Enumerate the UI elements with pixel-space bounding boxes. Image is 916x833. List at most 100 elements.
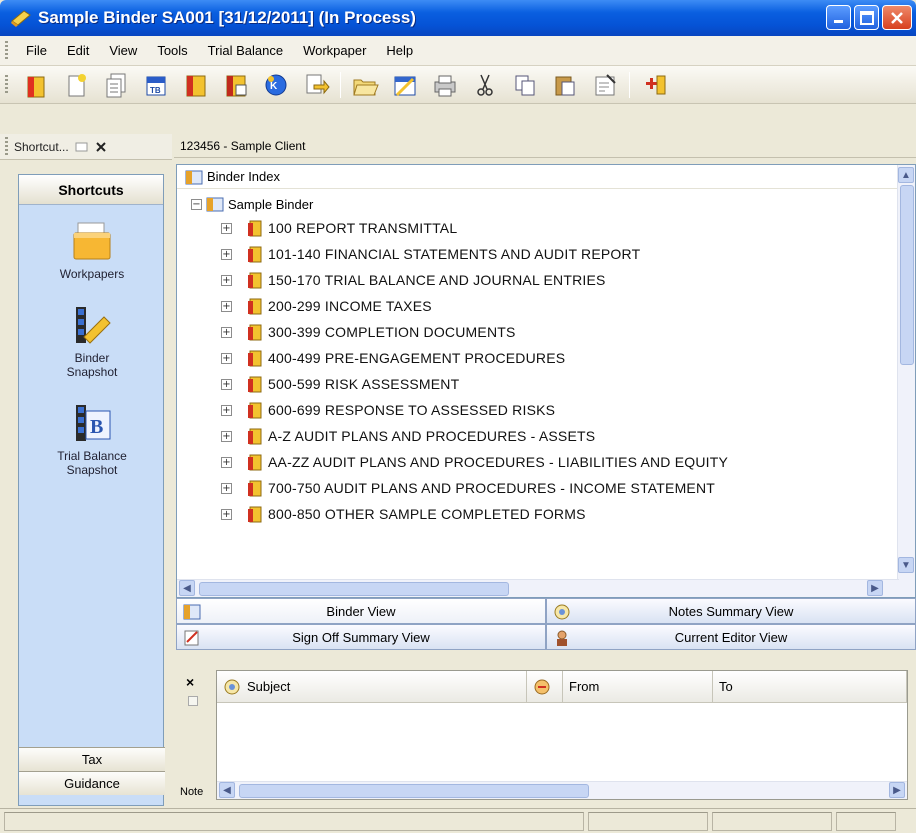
close-notes-button[interactable]: × xyxy=(186,674,194,690)
status-cell xyxy=(712,812,832,831)
add-button[interactable] xyxy=(634,69,674,101)
expand-toggle[interactable]: + xyxy=(221,404,232,416)
tab-binder-view[interactable]: Binder View xyxy=(176,598,546,624)
column-from[interactable]: From xyxy=(563,671,713,703)
tree-item[interactable]: +100 REPORT TRANSMITTAL xyxy=(221,215,457,241)
binder-index-header[interactable]: Binder Index xyxy=(177,165,915,189)
new-workpaper-button[interactable] xyxy=(16,69,56,101)
tree-item-label: AA-ZZ AUDIT PLANS AND PROCEDURES - LIABI… xyxy=(268,454,729,470)
tree-item[interactable]: +300-399 COMPLETION DOCUMENTS xyxy=(221,319,516,345)
expand-toggle[interactable]: + xyxy=(221,482,232,494)
menu-edit[interactable]: Edit xyxy=(57,43,99,58)
copy-button[interactable] xyxy=(505,69,545,101)
shortcut-panel-title: Shortcut... xyxy=(14,139,69,154)
column-to[interactable]: To xyxy=(713,671,907,703)
close-panel-icon[interactable] xyxy=(95,141,107,153)
maximize-button[interactable] xyxy=(854,5,879,30)
horizontal-scroll-thumb[interactable] xyxy=(239,784,589,798)
folder-icon xyxy=(73,222,111,260)
tree-item[interactable]: +700-750 AUDIT PLANS AND PROCEDURES - IN… xyxy=(221,475,715,501)
pin-icon[interactable] xyxy=(75,141,89,153)
expand-toggle[interactable]: + xyxy=(221,300,232,312)
expand-toggle[interactable]: + xyxy=(221,456,232,468)
notes-grid: Subject From To ◀ ▶ xyxy=(216,670,908,800)
tree-item[interactable]: +200-299 INCOME TAXES xyxy=(221,293,432,319)
horizontal-scrollbar[interactable]: ◀ ▶ xyxy=(177,579,899,597)
scroll-left-button[interactable]: ◀ xyxy=(219,782,235,798)
column-subject[interactable]: Subject xyxy=(217,671,527,703)
notes-horizontal-scrollbar[interactable]: ◀ ▶ xyxy=(217,781,907,799)
column-from-icon[interactable] xyxy=(527,671,563,703)
scroll-up-button[interactable]: ▲ xyxy=(898,167,914,183)
minimize-icon xyxy=(833,19,843,23)
guidance-button[interactable]: Guidance xyxy=(19,771,165,795)
shortcut-workpapers[interactable]: Workpapers xyxy=(19,219,165,281)
tree-item[interactable]: +500-599 RISK ASSESSMENT xyxy=(221,371,459,397)
notes-view-icon xyxy=(554,604,570,620)
kc-button[interactable]: K xyxy=(256,69,296,101)
paste-button[interactable] xyxy=(545,69,585,101)
tab-label: Sign Off Summary View xyxy=(292,629,430,645)
tab-sign-off-summary-view[interactable]: Sign Off Summary View xyxy=(176,624,546,650)
tree-item[interactable]: +600-699 RESPONSE TO ASSESSED RISKS xyxy=(221,397,555,423)
menu-view[interactable]: View xyxy=(99,43,147,58)
expand-toggle[interactable]: + xyxy=(221,352,232,364)
tree-root-node[interactable]: − Sample Binder xyxy=(191,193,313,215)
expand-toggle[interactable]: + xyxy=(221,248,232,260)
binder-button[interactable] xyxy=(176,69,216,101)
export-button[interactable] xyxy=(296,69,336,101)
new-document-button[interactable] xyxy=(56,69,96,101)
menu-workpaper[interactable]: Workpaper xyxy=(293,43,376,58)
tax-button[interactable]: Tax xyxy=(19,747,165,771)
menu-tools[interactable]: Tools xyxy=(147,43,197,58)
tree-item[interactable]: +150-170 TRIAL BALANCE AND JOURNAL ENTRI… xyxy=(221,267,606,293)
tree-item[interactable]: +101-140 FINANCIAL STATEMENTS AND AUDIT … xyxy=(221,241,640,267)
copy-document-button[interactable] xyxy=(96,69,136,101)
tree-item-label: 200-299 INCOME TAXES xyxy=(268,298,432,314)
tree-item[interactable]: +800-850 OTHER SAMPLE COMPLETED FORMS xyxy=(221,501,586,527)
tree-item-label: 700-750 AUDIT PLANS AND PROCEDURES - INC… xyxy=(268,480,716,496)
scroll-right-button[interactable]: ▶ xyxy=(889,782,905,798)
maximize-icon xyxy=(859,10,874,25)
tab-notes-summary-view[interactable]: Notes Summary View xyxy=(546,598,916,624)
menu-file[interactable]: File xyxy=(16,43,57,58)
expand-toggle[interactable]: + xyxy=(221,222,232,234)
tab-current-editor-view[interactable]: Current Editor View xyxy=(546,624,916,650)
subject-icon xyxy=(224,679,240,694)
vertical-scrollbar[interactable]: ▲ ▼ xyxy=(897,165,915,597)
binder-open-button[interactable] xyxy=(385,69,425,101)
open-folder-button[interactable] xyxy=(345,69,385,101)
scroll-right-button[interactable]: ▶ xyxy=(867,580,883,596)
horizontal-scroll-thumb[interactable] xyxy=(199,582,509,596)
note-checkbox[interactable] xyxy=(188,696,198,706)
scroll-down-button[interactable]: ▼ xyxy=(898,557,914,573)
expand-toggle[interactable]: + xyxy=(221,274,232,286)
toolbar-grip xyxy=(5,74,8,95)
menu-trial-balance[interactable]: Trial Balance xyxy=(198,43,293,58)
binder-copy-button[interactable] xyxy=(216,69,256,101)
copy-document-icon xyxy=(106,73,126,97)
binder-icon xyxy=(206,197,224,212)
cut-button[interactable] xyxy=(465,69,505,101)
cut-icon xyxy=(477,74,493,96)
expand-toggle[interactable]: + xyxy=(221,326,232,338)
vertical-scroll-thumb[interactable] xyxy=(900,185,914,365)
minimize-button[interactable] xyxy=(826,5,851,30)
close-button[interactable] xyxy=(882,5,912,30)
collapse-toggle[interactable]: − xyxy=(191,198,202,210)
tree-item[interactable]: +400-499 PRE-ENGAGEMENT PROCEDURES xyxy=(221,345,565,371)
menu-help[interactable]: Help xyxy=(376,43,423,58)
properties-button[interactable] xyxy=(585,69,625,101)
view-tabs-row-1: Binder View Notes Summary View xyxy=(176,598,916,624)
toolbar: TB K xyxy=(0,66,916,104)
scroll-left-button[interactable]: ◀ xyxy=(179,580,195,596)
tree-item[interactable]: + A-Z AUDIT PLANS AND PROCEDURES - ASSETS xyxy=(221,423,595,449)
trial-balance-button[interactable]: TB xyxy=(136,69,176,101)
shortcut-trial-balance-snapshot[interactable]: B Trial Balance Snapshot xyxy=(19,401,165,477)
tree-item[interactable]: + AA-ZZ AUDIT PLANS AND PROCEDURES - LIAB… xyxy=(221,449,728,475)
print-button[interactable] xyxy=(425,69,465,101)
expand-toggle[interactable]: + xyxy=(221,508,232,520)
expand-toggle[interactable]: + xyxy=(221,378,232,390)
shortcut-binder-snapshot[interactable]: Binder Snapshot xyxy=(19,303,165,379)
expand-toggle[interactable]: + xyxy=(221,430,232,442)
